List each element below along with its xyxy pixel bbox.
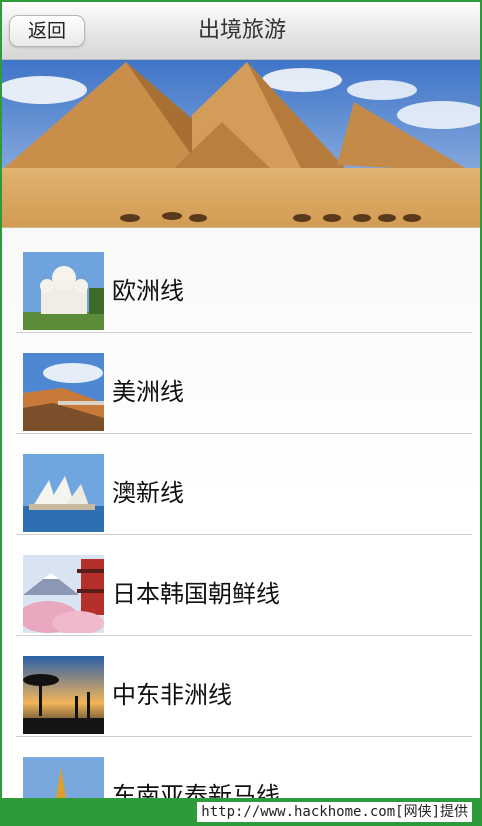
navigation-bar: 返回 出境旅游 [2, 2, 480, 60]
watermark-bar: http://www.hackhome.com[网侠]提供 [0, 798, 482, 826]
watermark-text: http://www.hackhome.com[网侠]提供 [197, 802, 472, 822]
page-title: 出境旅游 [197, 18, 286, 43]
cathedral-thumbnail [23, 252, 104, 330]
opera-house-thumbnail [23, 454, 104, 532]
route-item-europe[interactable]: 欧洲线 [16, 233, 472, 333]
route-label: 日本韩国朝鲜线 [112, 580, 280, 608]
app-screen: 返回 出境旅游 欧洲线 美洲线 澳新线 日本韩国朝鲜线 中东非洲线 东南亚泰新马… [0, 0, 482, 826]
route-label: 美洲线 [112, 378, 184, 406]
coastal-highway-thumbnail [23, 353, 104, 431]
route-item-americas[interactable]: 美洲线 [16, 334, 472, 434]
route-item-japan-korea[interactable]: 日本韩国朝鲜线 [16, 536, 472, 636]
route-item-australia-nz[interactable]: 澳新线 [16, 435, 472, 535]
route-item-middle-east-africa[interactable]: 中东非洲线 [16, 637, 472, 737]
route-label: 澳新线 [112, 479, 184, 507]
back-button[interactable]: 返回 [9, 15, 85, 47]
savanna-giraffes-thumbnail [23, 656, 104, 734]
mount-fuji-thumbnail [23, 555, 104, 633]
route-label: 中东非洲线 [112, 681, 232, 709]
banner-image-pyramids [2, 60, 480, 228]
route-label: 欧洲线 [112, 277, 184, 305]
